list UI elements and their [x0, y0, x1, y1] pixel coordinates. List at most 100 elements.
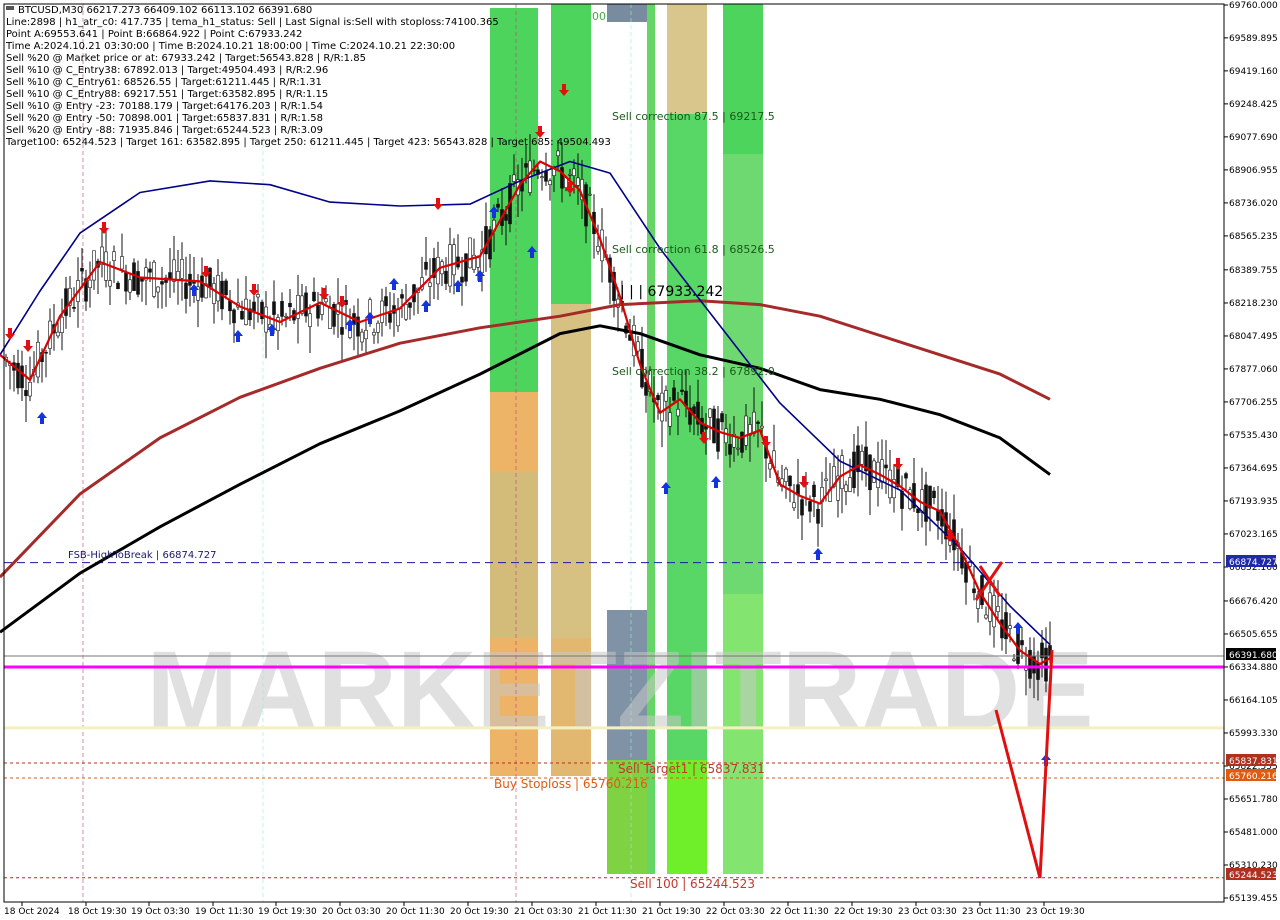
header-line-9: Sell %20 @ Entry -50: 70898.001 | Target… — [6, 113, 323, 124]
candle-body — [184, 282, 188, 299]
sell-arrow-icon — [433, 198, 443, 210]
candle-body — [408, 302, 412, 308]
y-tick-label: 68565.235 — [1229, 232, 1278, 242]
candle-body — [868, 454, 872, 491]
candle-body — [664, 390, 668, 402]
candle-body — [596, 245, 600, 252]
y-tick-label: 65993.330 — [1229, 729, 1278, 739]
candle-body — [312, 291, 316, 301]
x-tick-label: 21 Oct 19:30 — [642, 907, 701, 917]
price-tag-target1: 65837.831 — [1226, 754, 1278, 767]
header-line-1: Line:2898 | h1_atr_c0: 417.735 | tema_h1… — [6, 17, 499, 28]
candle-body — [756, 421, 760, 424]
candle-body — [128, 279, 132, 293]
candle-body — [244, 298, 248, 325]
candle-body — [824, 478, 828, 481]
candle-body — [660, 392, 664, 422]
sell-100-label: Sell 100 | 65244.523 — [630, 877, 755, 891]
candle-body — [304, 292, 308, 317]
sell-arrow-icon — [5, 328, 15, 340]
candle-body — [148, 268, 152, 273]
x-tick-label: 20 Oct 03:30 — [322, 907, 381, 917]
candle-body — [288, 302, 292, 308]
zone-14 — [723, 4, 763, 154]
candle-body — [424, 261, 428, 270]
sell-correction-382-label: Sell correction 38.2 | 67892.0 — [612, 365, 775, 378]
candle-body — [800, 499, 804, 516]
y-tick-label: 67535.430 — [1229, 431, 1278, 441]
candle-body — [880, 459, 884, 483]
candle-body — [1008, 625, 1012, 629]
x-tick-label: 19 Oct 11:30 — [195, 907, 254, 917]
candle-body — [708, 408, 712, 418]
sell-arrow-icon — [319, 288, 329, 300]
candle-body — [108, 280, 112, 287]
price-axis: 69760.000 69589.895 69419.160 69248.425 6907… — [1224, 1, 1278, 904]
candle-body — [784, 468, 788, 482]
buy-arrow-icon — [813, 548, 823, 560]
candle-body — [360, 331, 364, 343]
candle-body — [788, 475, 792, 487]
candle-body — [216, 275, 220, 302]
candle-body — [264, 306, 268, 333]
time-axis: 18 Oct 2024 18 Oct 19:30 19 Oct 03:30 19 Oc… — [4, 902, 1085, 917]
candle-body — [60, 316, 64, 333]
svg-text:66874.727: 66874.727 — [1229, 558, 1278, 568]
candle-body — [524, 163, 528, 168]
candle-body — [180, 259, 184, 279]
x-tick-label: 23 Oct 19:30 — [1026, 907, 1085, 917]
svg-text:65760.216: 65760.216 — [1229, 772, 1278, 782]
header-line-8: Sell %10 @ Entry -23: 70188.179 | Target… — [6, 101, 323, 112]
candle-body — [328, 307, 332, 330]
fsb-label: FSB-HighToBreak | 66874.727 — [68, 550, 217, 561]
candle-body — [812, 484, 816, 498]
candle-body — [136, 271, 140, 295]
candle-body — [736, 447, 740, 450]
price-chart: MARKETZITRADE FSB-HighToBreak | 66874.72… — [0, 1, 1278, 917]
candle-body — [24, 390, 28, 397]
candle-body — [256, 294, 260, 298]
candle-body — [656, 395, 660, 401]
x-tick-label: 20 Oct 19:30 — [450, 907, 509, 917]
candle-body — [712, 408, 716, 444]
candle-body — [224, 280, 228, 296]
x-tick-label: 22 Oct 19:30 — [834, 907, 893, 917]
candle-body — [680, 389, 684, 392]
candle-body — [324, 298, 328, 303]
candle-body — [20, 365, 24, 389]
candle-body — [200, 275, 204, 298]
candle-body — [444, 270, 448, 284]
candle-body — [720, 413, 724, 423]
candle-body — [460, 276, 464, 283]
x-tick-label: 19 Oct 03:30 — [131, 907, 190, 917]
candle-body — [488, 229, 492, 260]
candle-body — [476, 257, 480, 268]
candle-body — [668, 412, 672, 427]
x-tick-label: 22 Oct 03:30 — [706, 907, 765, 917]
y-tick-label: 69077.690 — [1229, 133, 1278, 143]
y-tick-label: 68047.495 — [1229, 332, 1278, 342]
header-line-7: Sell %10 @ C_Entry88: 69217.551 | Target… — [6, 89, 328, 100]
candle-body — [724, 428, 728, 444]
candle-body — [548, 180, 552, 185]
candle-body — [576, 177, 580, 186]
y-tick-label: 66505.655 — [1229, 630, 1278, 640]
candle-body — [972, 588, 976, 594]
y-tick-label: 69248.425 — [1229, 100, 1278, 110]
candle-body — [272, 301, 276, 315]
candle-body — [384, 296, 388, 307]
candle-body — [44, 351, 48, 354]
candle-body — [840, 455, 844, 489]
candle-body — [568, 173, 572, 176]
candle-body — [376, 322, 380, 333]
x-tick-label: 21 Oct 03:30 — [514, 907, 573, 917]
y-tick-label: 69760.000 — [1229, 1, 1278, 11]
y-tick-label: 67364.695 — [1229, 464, 1278, 474]
candle-body — [452, 244, 456, 276]
candle-body — [572, 168, 576, 176]
candle-body — [208, 267, 212, 288]
header-line-6: Sell %10 @ C_Entry61: 68526.55 | Target:… — [6, 77, 322, 88]
candle-body — [240, 311, 244, 320]
candle-body — [904, 473, 908, 479]
watermark: MARKETZITRADE — [146, 629, 1093, 752]
